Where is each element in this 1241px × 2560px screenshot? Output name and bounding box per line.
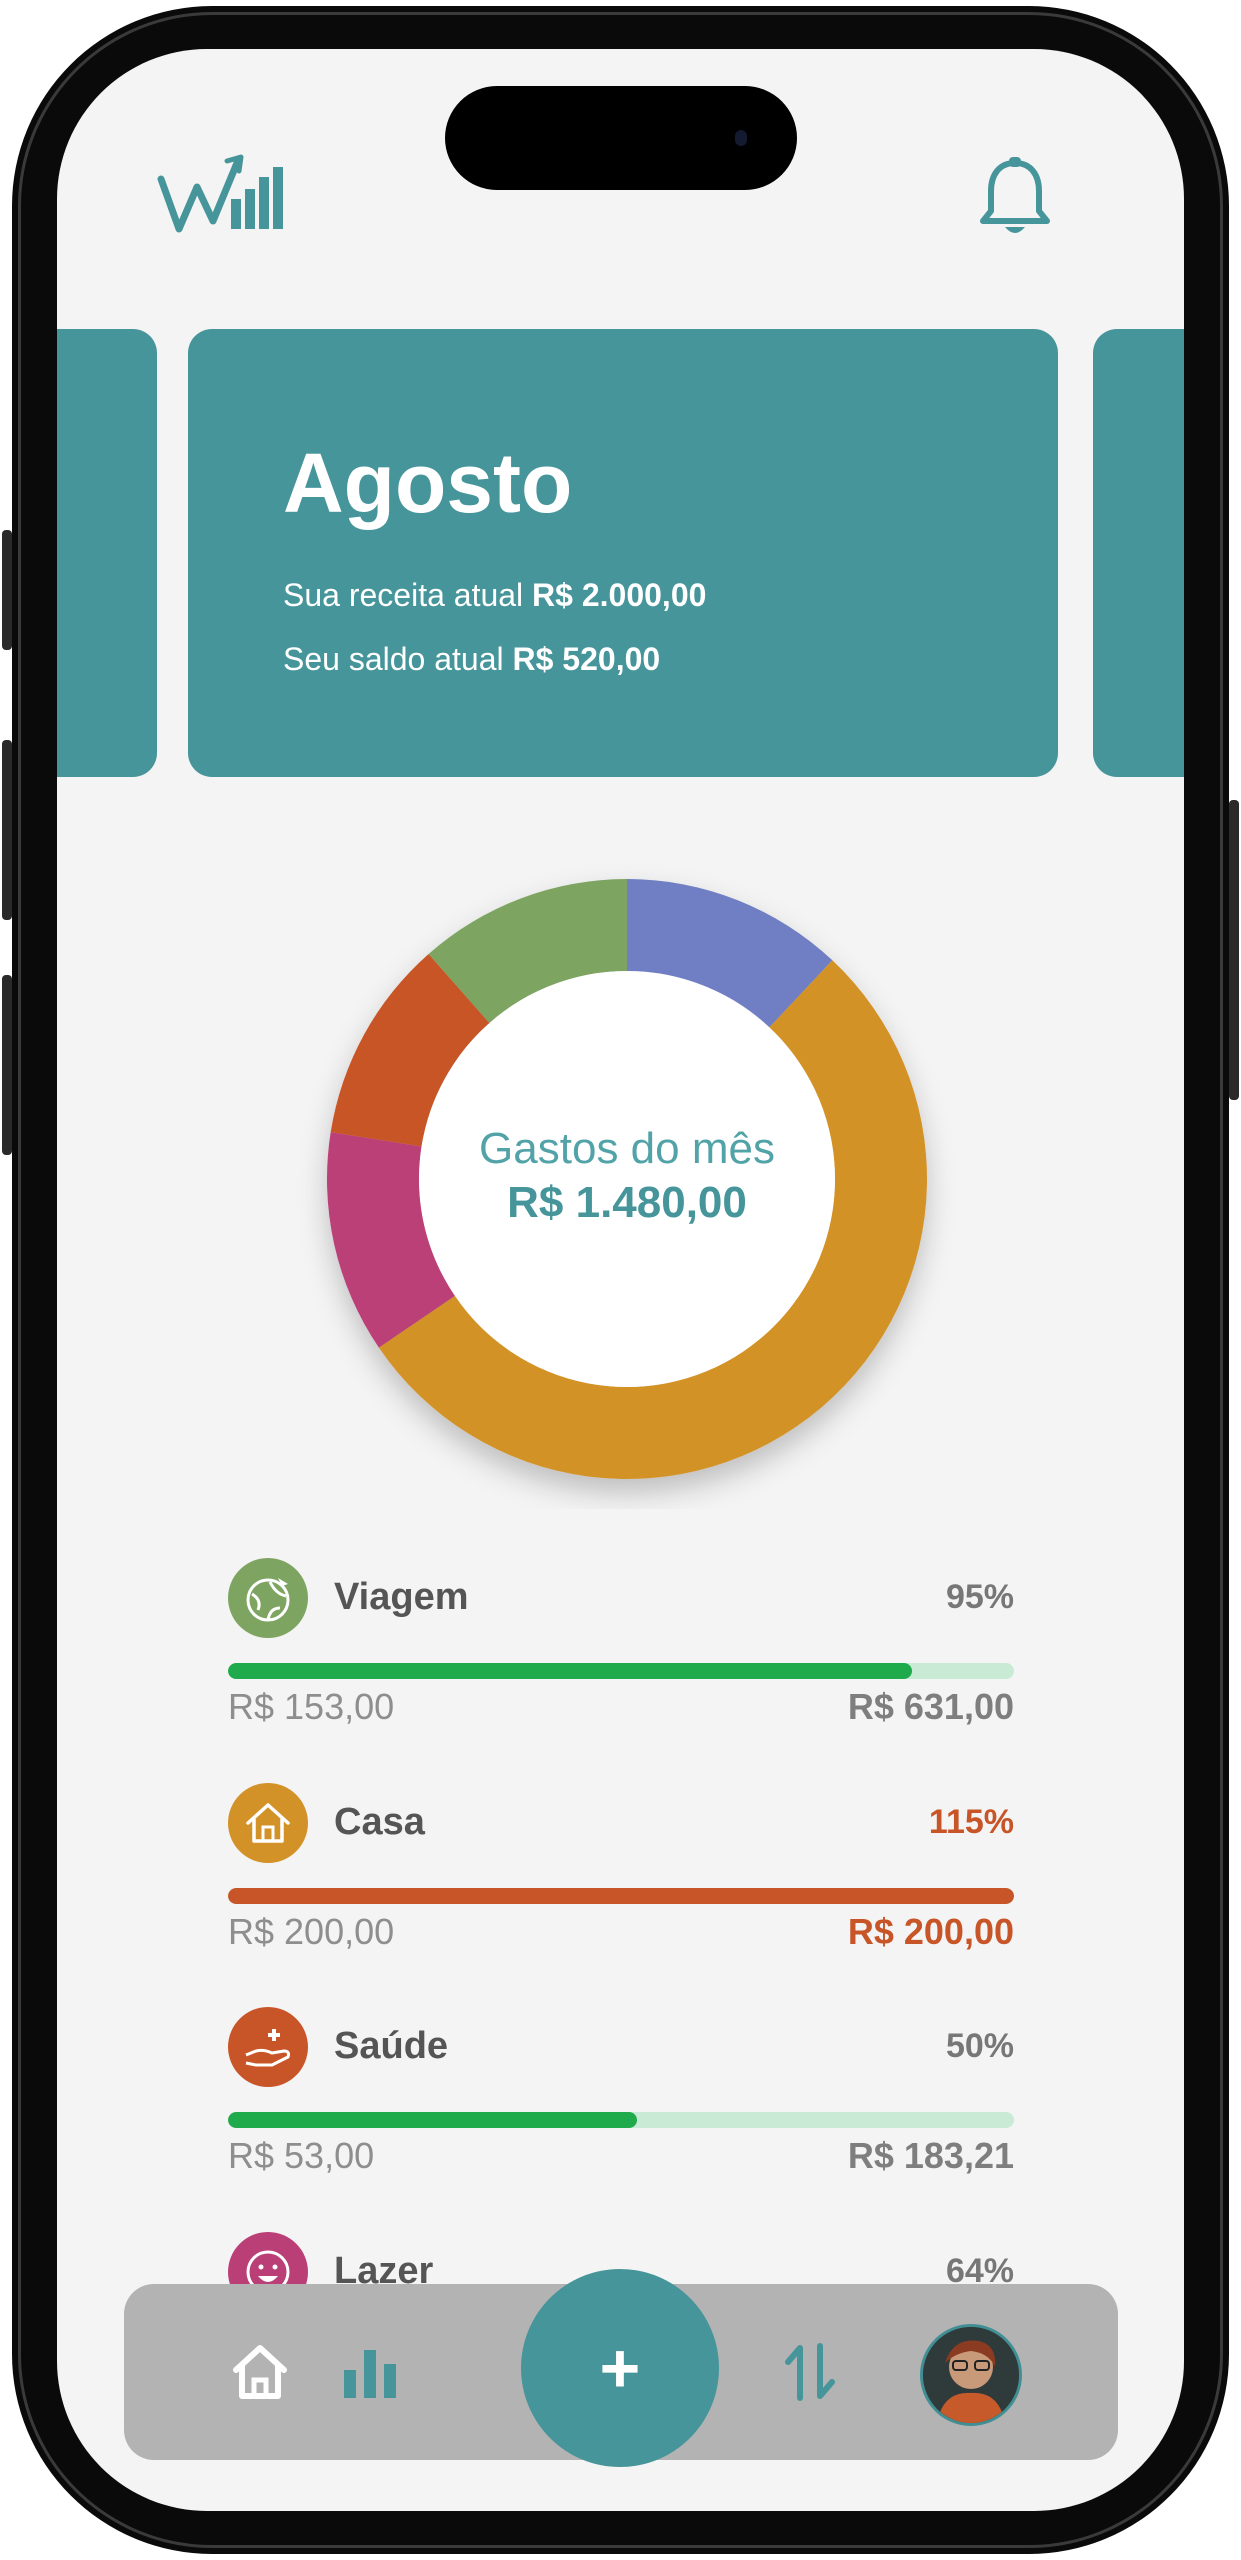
category-progress-bar <box>228 1663 1014 1679</box>
notification-bell-icon[interactable] <box>977 155 1053 241</box>
health-hand-icon <box>245 2029 290 2067</box>
saude-icon-circle <box>228 2007 308 2087</box>
month-card-next[interactable] <box>1093 329 1184 777</box>
add-button-label: + <box>599 2329 641 2407</box>
category-percent: 115% <box>928 1803 1014 1841</box>
side-button-silent <box>2 530 12 650</box>
category-progress-fill <box>228 1888 1014 1904</box>
month-title: Agosto <box>283 436 573 530</box>
home-icon[interactable] <box>228 2340 292 2404</box>
category-name: Casa <box>334 1801 425 1843</box>
app-logo-icon <box>157 154 283 233</box>
category-percent: 95% <box>945 1578 1014 1616</box>
screen: Agosto Sua receita atual R$ 2.000,00 Seu… <box>57 49 1184 2511</box>
category-percent: 50% <box>945 2027 1014 2065</box>
category-name: Saúde <box>334 2025 449 2067</box>
avatar-photo <box>923 2327 1019 2423</box>
donut-center-label: Gastos do mês <box>479 1124 775 1173</box>
globe-icon <box>246 1578 290 1622</box>
avatar[interactable] <box>920 2324 1022 2426</box>
month-card-current[interactable]: Agosto Sua receita atual R$ 2.000,00 Seu… <box>188 329 1058 777</box>
category-item-viagem[interactable]: Viagem 95% R$ 153,00 R$ 631,00 <box>228 1558 1014 1758</box>
income-value: R$ 2.000,00 <box>532 577 707 613</box>
income-line: Sua receita atual R$ 2.000,00 <box>283 577 706 614</box>
donut-center: Gastos do mês R$ 1.480,00 <box>297 849 957 1509</box>
viagem-icon-circle <box>228 1558 308 1638</box>
side-button-power <box>1229 800 1239 1100</box>
dynamic-island <box>445 86 797 190</box>
category-budget: R$ 200,00 <box>847 1911 1014 1952</box>
income-label: Sua receita atual <box>283 577 524 613</box>
category-progress-fill <box>228 1663 912 1679</box>
category-spent: R$ 153,00 <box>228 1686 395 1727</box>
category-name: Viagem <box>334 1576 469 1618</box>
balance-label: Seu saldo atual <box>283 641 504 677</box>
category-item-saude[interactable]: Saúde 50% R$ 53,00 R$ 183,21 <box>228 2007 1014 2207</box>
category-progress-bar <box>228 2112 1014 2128</box>
category-progress-fill <box>228 2112 637 2128</box>
category-budget: R$ 183,21 <box>847 2135 1014 2176</box>
camera-dot <box>735 130 747 146</box>
add-button[interactable]: + <box>521 2269 719 2467</box>
casa-icon-circle <box>228 1783 308 1863</box>
category-spent: R$ 200,00 <box>228 1911 395 1952</box>
spending-donut-chart: Gastos do mês R$ 1.480,00 <box>297 849 957 1509</box>
balance-line: Seu saldo atual R$ 520,00 <box>283 641 660 678</box>
transfer-arrows-icon[interactable] <box>778 2340 842 2404</box>
side-button-volume-down <box>2 975 12 1155</box>
balance-value: R$ 520,00 <box>512 641 661 677</box>
bar-chart-icon[interactable] <box>338 2340 402 2404</box>
side-button-volume-up <box>2 740 12 920</box>
category-spent: R$ 53,00 <box>228 2135 375 2176</box>
house-icon <box>246 1803 290 1843</box>
month-card-previous[interactable] <box>57 329 157 777</box>
category-item-casa[interactable]: Casa 115% R$ 200,00 R$ 200,00 <box>228 1783 1014 1983</box>
category-progress-bar <box>228 1888 1014 1904</box>
category-budget: R$ 631,00 <box>847 1686 1014 1727</box>
donut-center-value: R$ 1.480,00 <box>507 1178 747 1227</box>
